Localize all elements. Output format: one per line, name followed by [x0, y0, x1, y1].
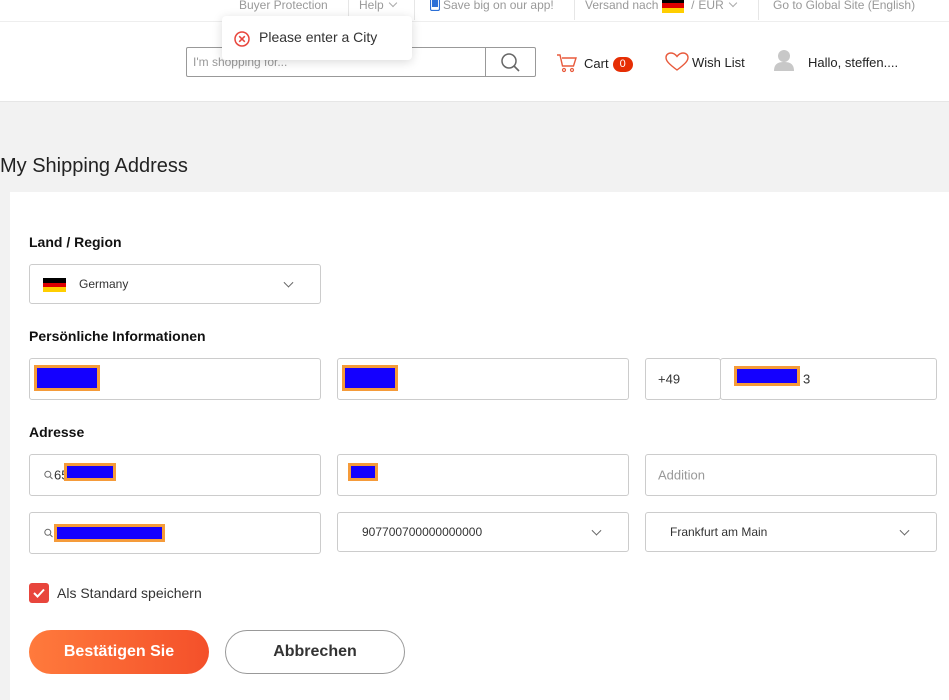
global-site-link[interactable]: Go to Global Site (English)	[773, 0, 915, 13]
cart-link[interactable]: Cart 0	[556, 53, 633, 73]
user-greeting[interactable]: Hallo, steffen....	[808, 55, 898, 70]
save-default-checkbox[interactable]	[29, 583, 49, 603]
redacted-block	[348, 463, 378, 481]
page-title: My Shipping Address	[0, 155, 188, 177]
ship-to-label: Versand nach	[585, 0, 659, 12]
address-section-label: Adresse	[29, 424, 85, 440]
redacted-block	[734, 366, 800, 386]
germany-flag-icon	[43, 278, 66, 292]
checkmark-icon	[33, 588, 45, 598]
app-promo-label: Save big on our app!	[443, 0, 554, 12]
chevron-down-icon	[899, 525, 910, 536]
divider	[574, 0, 575, 20]
search-icon	[501, 53, 520, 72]
last-name-field[interactable]	[337, 358, 629, 400]
redacted-block	[34, 365, 100, 391]
province-value: 907700700000000000	[362, 525, 483, 539]
personal-info-section-label: Persönliche Informationen	[29, 328, 206, 344]
site-header: Cart0 Wish List Hallo, steffen....	[0, 22, 949, 102]
wishlist-link[interactable]: Wish List	[665, 52, 745, 72]
chevron-down-icon	[388, 0, 397, 8]
help-label: Help	[359, 0, 384, 12]
currency-label: EUR	[698, 0, 724, 12]
ship-to-currency-menu[interactable]: Versand nach / EUR	[585, 0, 738, 13]
addition-placeholder: Addition	[658, 467, 705, 483]
error-toast: Please enter a City	[222, 16, 412, 60]
buyer-protection-link[interactable]: Buyer Protection	[239, 0, 328, 13]
city-value: Frankfurt am Main	[670, 525, 768, 539]
phone-suffix-value: 3	[803, 371, 811, 387]
redacted-block	[342, 365, 398, 391]
wishlist-label: Wish List	[692, 55, 745, 70]
cart-label: Cart	[584, 56, 609, 71]
postal-code-search-field[interactable]	[29, 512, 321, 554]
divider	[758, 0, 759, 20]
country-select[interactable]: Germany	[29, 264, 321, 304]
chevron-down-icon	[591, 525, 602, 536]
cart-count-badge: 0	[612, 57, 633, 72]
save-default-label: Als Standard speichern	[57, 585, 202, 601]
toast-message: Please enter a City	[259, 29, 378, 45]
chevron-down-icon	[728, 0, 738, 8]
currency-separator: /	[691, 0, 695, 12]
street-search-field[interactable]: 65	[29, 454, 321, 496]
province-select[interactable]: 907700700000000000	[337, 512, 629, 552]
search-button[interactable]	[485, 48, 535, 76]
confirm-button[interactable]: Bestätigen Sie	[29, 630, 209, 674]
phone-prefix-value: +49	[658, 371, 681, 387]
cart-icon	[557, 54, 577, 73]
germany-flag-icon	[661, 0, 684, 13]
error-circle-icon	[234, 31, 250, 47]
phone-number-field[interactable]: 3	[720, 358, 937, 400]
help-menu[interactable]: Help	[359, 0, 397, 13]
country-section-label: Land / Region	[29, 234, 122, 250]
redacted-block	[64, 463, 116, 481]
cancel-button[interactable]: Abbrechen	[225, 630, 405, 674]
phone-icon	[429, 0, 441, 12]
user-avatar-icon	[774, 50, 794, 71]
search-icon	[44, 528, 53, 538]
city-select[interactable]: Frankfurt am Main	[645, 512, 937, 552]
country-value: Germany	[79, 277, 129, 291]
redacted-block	[54, 524, 165, 542]
app-promo-link[interactable]: Save big on our app!	[429, 0, 554, 13]
phone-prefix-field[interactable]: +49	[645, 358, 721, 400]
house-number-field[interactable]	[337, 454, 629, 496]
divider	[414, 0, 415, 20]
avatar[interactable]	[774, 49, 794, 71]
top-utility-bar: Buyer Protection Help Save big on our ap…	[0, 0, 949, 22]
first-name-field[interactable]	[29, 358, 321, 400]
chevron-down-icon	[283, 277, 294, 288]
address-addition-field[interactable]: Addition	[645, 454, 937, 496]
heart-icon	[665, 52, 689, 71]
search-icon	[44, 470, 53, 480]
